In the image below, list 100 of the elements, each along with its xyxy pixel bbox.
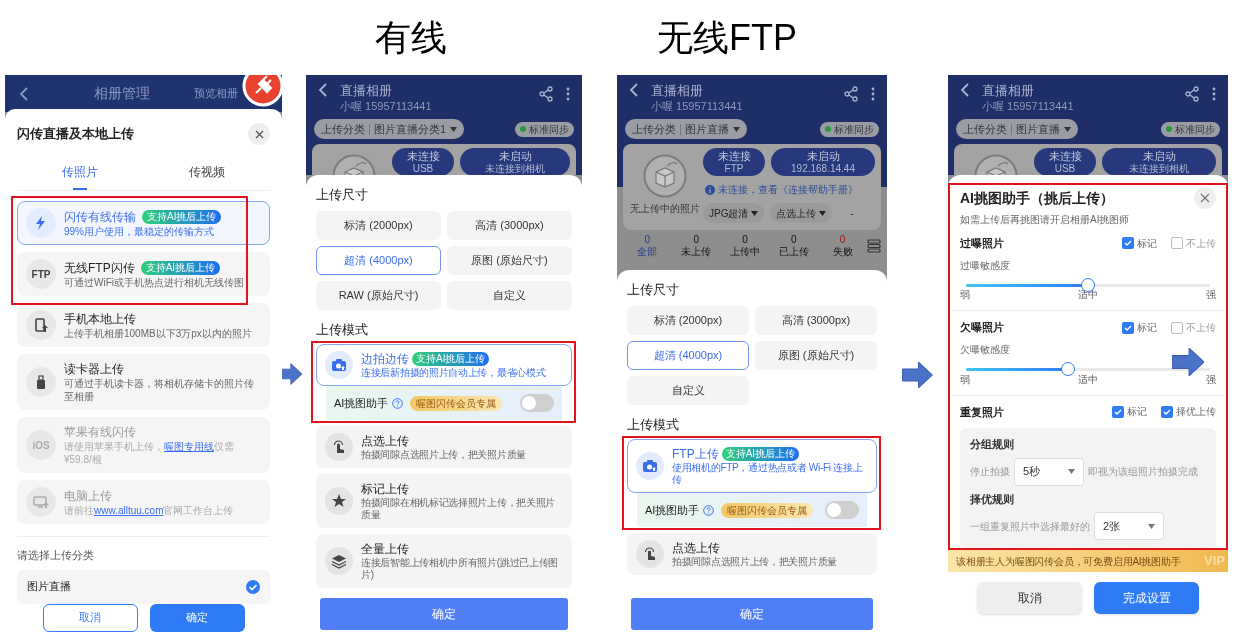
scale-label: 弱 — [960, 288, 970, 303]
mode-description: 使用相机的FTP，通过热点或者 Wi-Fi 连接上传 — [672, 462, 864, 486]
checkbox[interactable] — [1122, 237, 1134, 250]
checkbox[interactable] — [1112, 405, 1124, 418]
upload-mode-option[interactable]: 全量上传 连接后智能上传相机中所有照片(跳过已上传图片) — [316, 534, 572, 588]
cancel-button[interactable]: 取消 — [42, 603, 138, 632]
scale-label: 强 — [1206, 372, 1216, 387]
upload-option[interactable]: FTP 无线FTP闪传 支持AI挑后上传 可通过WiFi或手机热点进行相机无线传图 — [17, 252, 270, 296]
confirm-button[interactable]: 确定 — [320, 598, 568, 630]
share-icon[interactable] — [1184, 86, 1200, 102]
slider-track[interactable] — [966, 283, 1210, 287]
option-title: 手机本地上传 — [64, 310, 136, 327]
category-option[interactable]: 图片直播 — [17, 569, 270, 604]
screen-title: 相册管理 — [92, 84, 151, 103]
category-dropdown[interactable]: 上传分类 图片直播 — [625, 119, 747, 139]
checkbox[interactable] — [1122, 321, 1134, 334]
checkbox[interactable] — [1161, 405, 1173, 418]
size-option[interactable]: 超清 (4000px) — [316, 245, 441, 275]
finish-button[interactable]: 完成设置 — [1094, 582, 1199, 614]
confirm-button[interactable]: 确定 — [149, 603, 245, 632]
size-option[interactable]: 高清 (3000px) — [447, 210, 572, 240]
upload-option[interactable]: 读卡器上传 可通过手机读卡器，将相机存储卡的照片传至相册 — [17, 354, 270, 410]
upload-mode-option[interactable]: 点选上传 拍摄间隙点选照片上传，把关照片质量 — [627, 533, 877, 575]
album-subtitle: 小喔 15957113441 — [340, 99, 432, 113]
section-title: 上传尺寸 — [627, 281, 680, 299]
size-option[interactable]: RAW (原始尺寸) — [316, 280, 441, 310]
slider-thumb[interactable] — [1061, 361, 1076, 376]
count-tab[interactable]: 0 未上传 — [671, 234, 721, 258]
connection-detail: 未连接到相机 — [485, 163, 545, 174]
mode-description: 拍摄间隙点选照片上传，把关照片质量 — [361, 449, 526, 461]
upload-mode-option[interactable]: 边拍边传 支持AI挑后上传 连接后新拍摄的照片自动上传，最省心模式 — [316, 344, 572, 386]
cancel-button[interactable]: 取消 — [977, 582, 1082, 614]
category-dropdown[interactable]: 上传分类 图片直播 — [956, 119, 1078, 139]
share-icon[interactable] — [843, 86, 859, 102]
more-icon[interactable] — [1212, 87, 1216, 101]
tab[interactable]: 传照片 — [17, 163, 144, 190]
checkbox[interactable] — [1171, 321, 1183, 334]
back-icon[interactable] — [318, 83, 328, 97]
more-icon[interactable] — [871, 87, 875, 101]
toggle-switch[interactable] — [520, 394, 554, 412]
upload-option[interactable]: 手机本地上传 上传手机相册100MB以下3万px以内的照片 — [17, 303, 270, 347]
option-description: 99%用户使用，最稳定的传输方式 — [64, 224, 215, 238]
connection-help-link[interactable]: 未连接，查看《连接帮助手册》 — [718, 182, 858, 197]
scale-label: 适中 — [1078, 372, 1098, 387]
option-icon-badge: FTP — [26, 259, 56, 289]
mode-title: FTP上传 — [672, 446, 719, 462]
help-icon[interactable] — [392, 397, 404, 409]
size-option[interactable]: 超清 (4000px) — [627, 340, 749, 370]
size-option[interactable]: 自定义 — [627, 375, 749, 405]
size-option[interactable]: 标清 (2000px) — [316, 210, 441, 240]
list-view-icon[interactable] — [867, 239, 881, 253]
sync-label: 标准同步 — [1175, 122, 1215, 137]
close-button[interactable] — [1194, 187, 1216, 209]
more-icon[interactable] — [566, 87, 570, 101]
size-option[interactable]: 原图 (原始尺寸) — [755, 340, 877, 370]
section-title: 欠曝照片 — [960, 320, 1004, 336]
close-button[interactable] — [248, 123, 270, 145]
share-icon[interactable] — [538, 86, 554, 102]
computer-icon — [33, 494, 49, 510]
count-tab[interactable]: 0 全部 — [623, 234, 672, 258]
back-icon[interactable] — [960, 83, 970, 97]
camera-icon — [331, 357, 347, 373]
upload-option[interactable]: 闪传有线传输 支持AI挑后上传 99%用户使用，最稳定的传输方式 — [17, 201, 270, 245]
rule-title: 分组规则 — [970, 437, 1015, 452]
size-option[interactable]: 标清 (2000px) — [627, 305, 749, 335]
caret-icon — [1068, 469, 1075, 474]
preview-link[interactable]: 预览相册 — [194, 85, 238, 102]
confirm-button[interactable]: 确定 — [631, 598, 873, 630]
slider-label: 过曝敏感度 — [960, 258, 1011, 273]
rule-text: 即视为该组照片拍摄完成 — [1088, 465, 1198, 479]
size-option[interactable]: 自定义 — [447, 280, 572, 310]
category-dropdown[interactable]: 上传分类 图片直播分类1 — [314, 119, 465, 139]
upload-mode-option[interactable]: FTP上传 支持AI挑后上传 使用相机的FTP，通过热点或者 Wi-Fi 连接上传 — [627, 439, 877, 493]
help-icon[interactable] — [703, 504, 715, 516]
count-tab[interactable]: 0 失败 — [818, 234, 867, 258]
scale-label: 适中 — [1078, 288, 1098, 303]
upload-mode-option[interactable]: 点选上传 拍摄间隙点选照片上传，把关照片质量 — [316, 426, 572, 468]
album-title: 直播相册 — [651, 83, 704, 99]
select-field[interactable]: 2张 — [1094, 512, 1164, 540]
scale-label: 弱 — [960, 372, 970, 387]
select-field[interactable]: 5秒 — [1014, 457, 1084, 486]
checkbox[interactable] — [1171, 237, 1183, 250]
back-icon[interactable] — [629, 83, 639, 97]
size-option[interactable]: 原图 (原始尺寸) — [447, 245, 572, 275]
album-title: 直播相册 — [982, 83, 1035, 99]
upload-mode-option[interactable]: 标记上传 拍摄间隙在相机标记选择照片上传，把关照片质量 — [316, 474, 572, 528]
mode-title: 点选上传 — [672, 540, 720, 556]
checkbox-label: 标记 — [1127, 405, 1147, 420]
star-icon — [331, 493, 347, 509]
count-tab[interactable]: 0 已上传 — [769, 234, 819, 258]
checkbox-label: 不上传 — [1186, 236, 1216, 251]
option-dropdown[interactable]: JPG超清 — [703, 203, 765, 223]
tab[interactable]: 传视频 — [143, 163, 270, 190]
back-icon[interactable] — [19, 86, 29, 101]
feature-badge: 支持AI挑后上传 — [140, 260, 221, 275]
option-title: 闪传有线传输 — [64, 208, 136, 225]
option-dropdown[interactable]: 点选上传 — [770, 203, 833, 223]
toggle-switch[interactable] — [825, 501, 859, 519]
size-option[interactable]: 高清 (3000px) — [755, 305, 877, 335]
count-tab[interactable]: 0 上传中 — [720, 234, 770, 258]
